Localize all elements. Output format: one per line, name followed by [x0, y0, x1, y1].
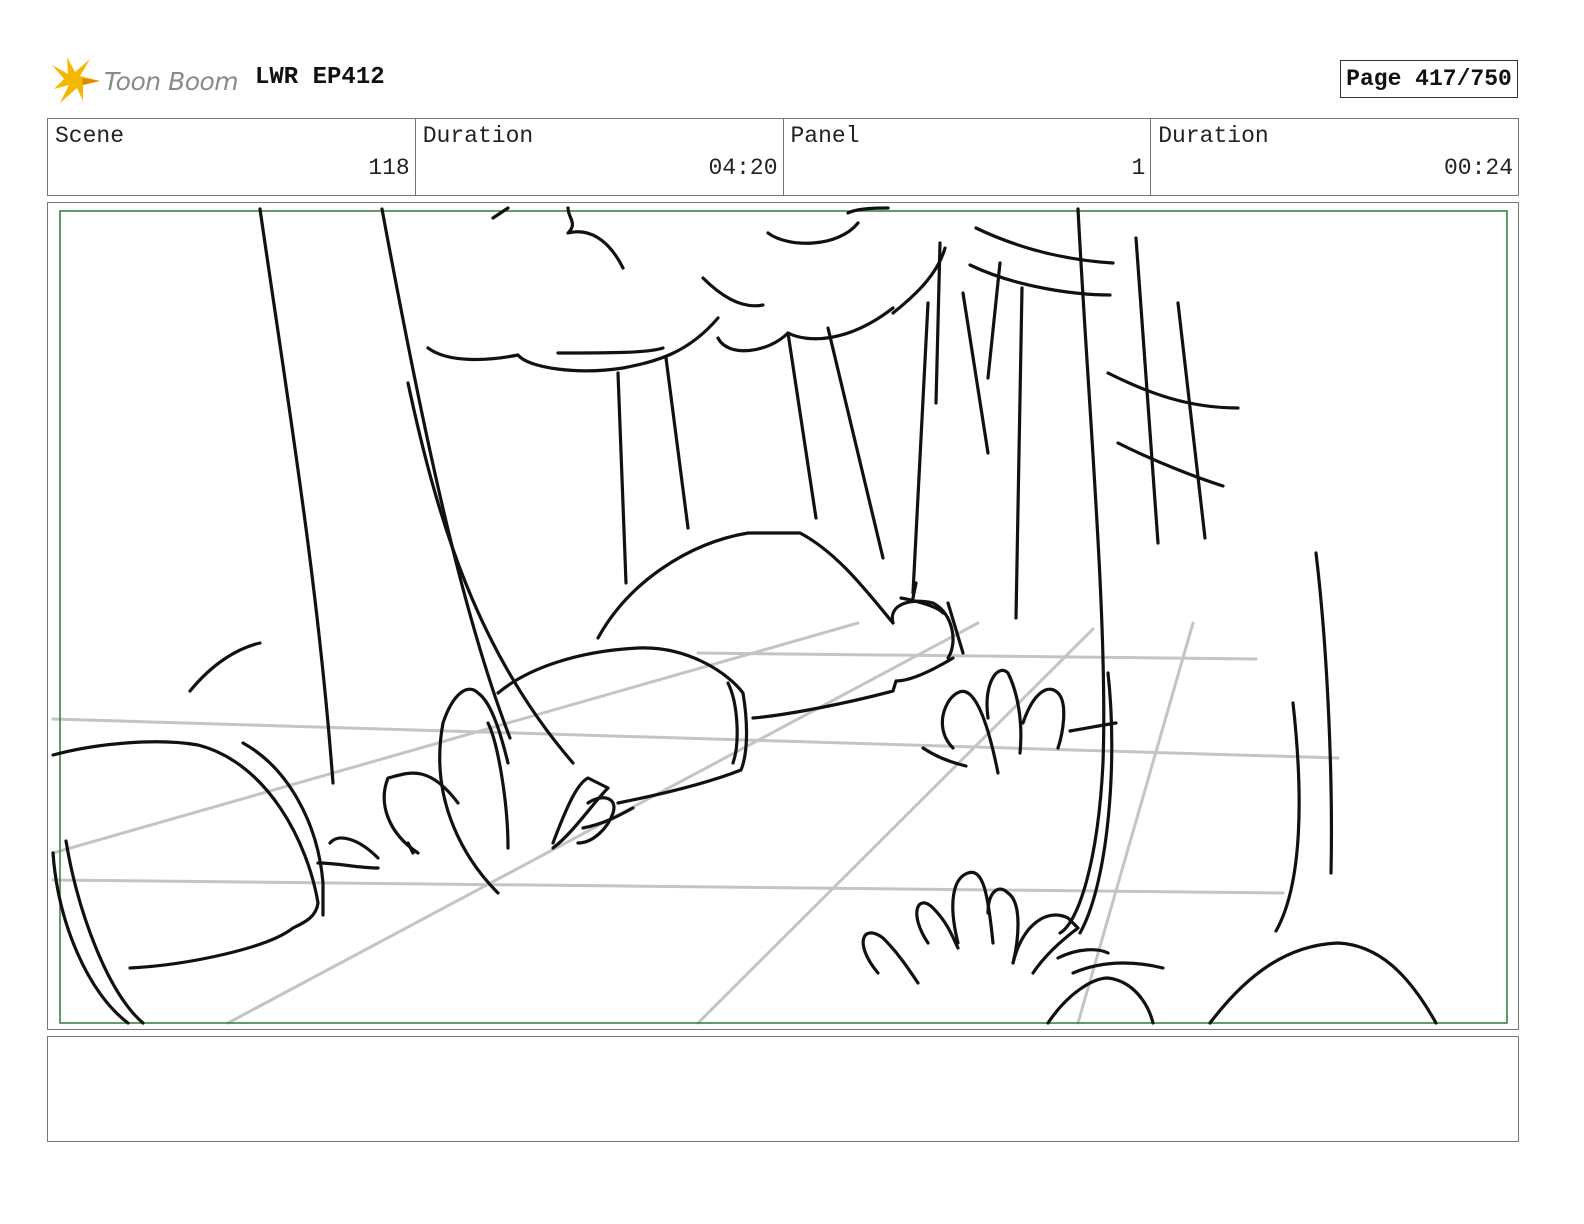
scene-duration-label: Duration: [422, 123, 534, 149]
scene-duration-value: 04:20: [708, 155, 778, 181]
panel-duration-value: 00:24: [1443, 155, 1513, 181]
panel-notes: [47, 1036, 1519, 1142]
panel-cell: Panel 1: [784, 119, 1152, 195]
storyboard-panel: [47, 202, 1519, 1030]
project-title: LWR EP412: [255, 64, 385, 91]
toon-boom-star-icon: [52, 57, 100, 103]
logo-text: Toon Boom: [104, 66, 239, 96]
scene-label: Scene: [55, 123, 125, 149]
scene-cell: Scene 118: [48, 119, 416, 195]
page-indicator: Page 417/750: [1340, 60, 1518, 98]
panel-info-row: Scene 118 Duration 04:20 Panel 1 Duratio…: [47, 118, 1519, 196]
panel-duration-cell: Duration 00:24: [1151, 119, 1518, 195]
storyboard-sketch: [51, 206, 1508, 1025]
sketch-lines: [51, 206, 1438, 1025]
panel-duration-label: Duration: [1158, 123, 1269, 149]
toon-boom-logo: Toon Boom: [50, 55, 239, 107]
panel-label: Panel: [790, 123, 860, 149]
scene-value: 118: [368, 155, 410, 181]
scene-duration-cell: Duration 04:20: [416, 119, 784, 195]
panel-value: 1: [1131, 155, 1146, 181]
